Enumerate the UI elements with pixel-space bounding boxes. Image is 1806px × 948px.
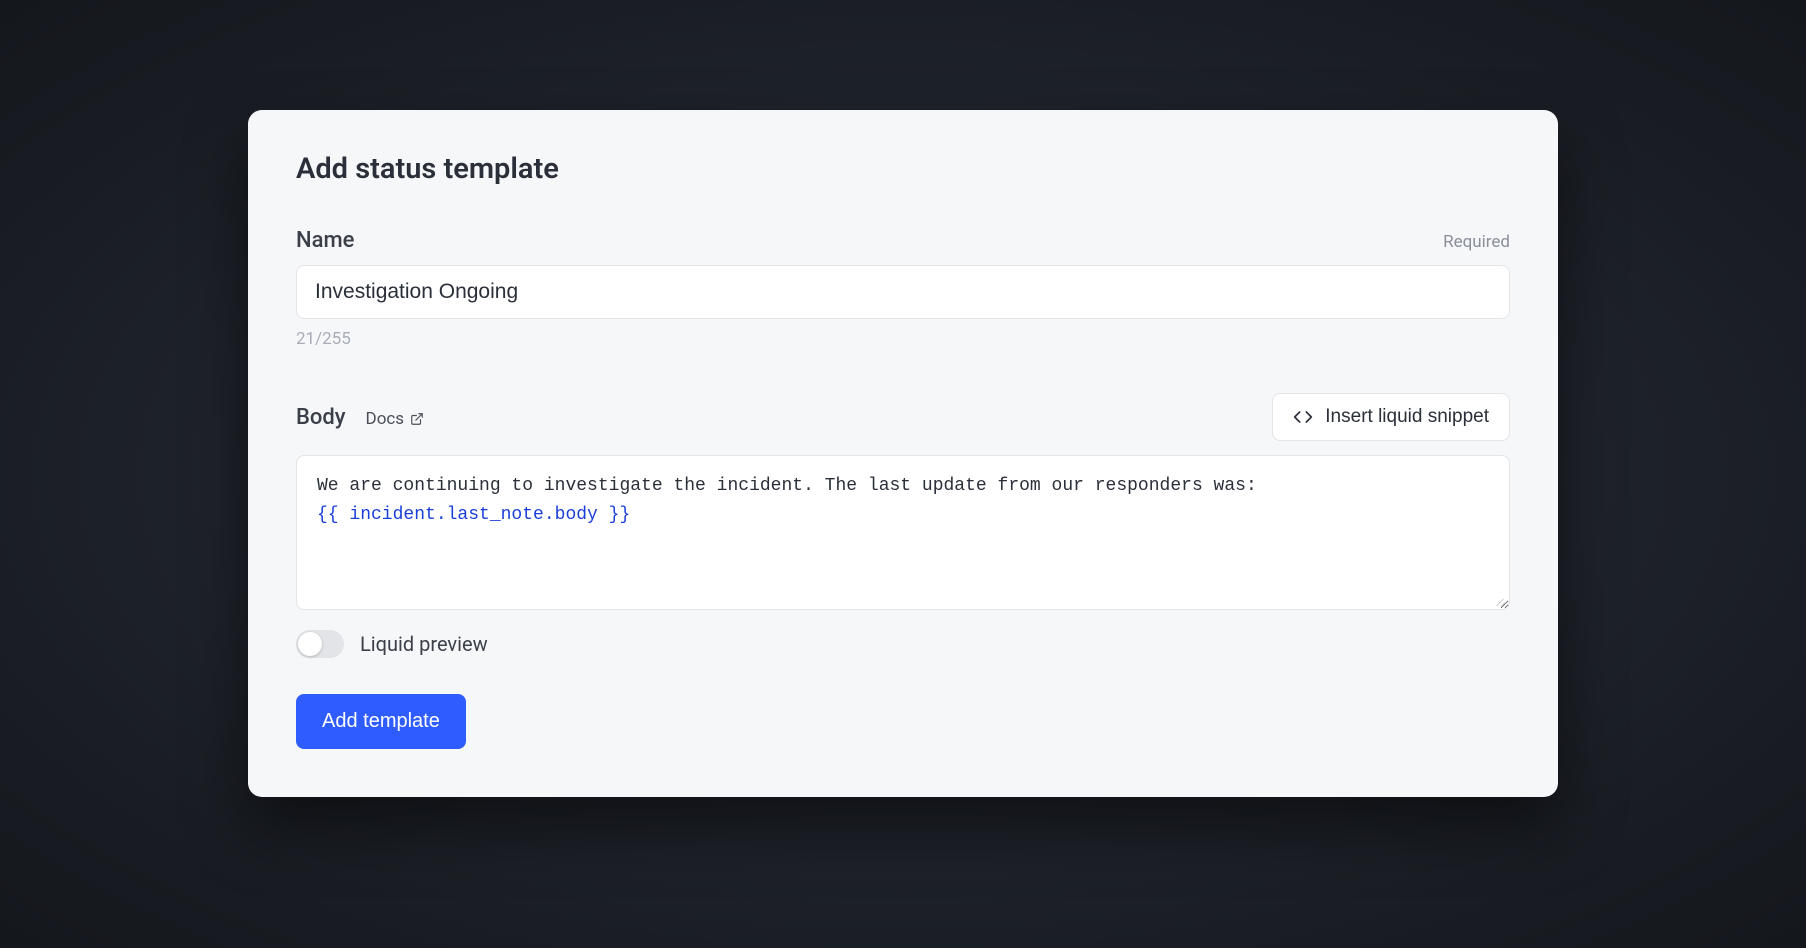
- name-field-group: Name Required 21/255: [296, 228, 1510, 349]
- body-text-liquid: {{ incident.last_note.body }}: [317, 505, 630, 525]
- docs-link[interactable]: Docs: [366, 409, 425, 429]
- panel-title: Add status template: [296, 152, 1510, 186]
- code-icon: [1293, 407, 1313, 427]
- liquid-preview-toggle[interactable]: [296, 630, 344, 658]
- resize-handle-icon[interactable]: [1493, 593, 1505, 605]
- body-label-left: Body Docs: [296, 405, 424, 430]
- insert-liquid-snippet-button[interactable]: Insert liquid snippet: [1272, 393, 1510, 441]
- body-textarea[interactable]: We are continuing to investigate the inc…: [296, 455, 1510, 610]
- body-field-group: Body Docs Insert liquid snippet: [296, 393, 1510, 658]
- snippet-button-label: Insert liquid snippet: [1325, 406, 1489, 428]
- body-text-plain: We are continuing to investigate the inc…: [317, 476, 1257, 496]
- liquid-preview-label: Liquid preview: [360, 632, 488, 656]
- body-header-row: Body Docs Insert liquid snippet: [296, 393, 1510, 441]
- toggle-knob: [298, 632, 322, 656]
- name-label: Name: [296, 228, 354, 253]
- external-link-icon: [410, 412, 424, 426]
- docs-link-label: Docs: [366, 409, 405, 429]
- body-label: Body: [296, 405, 346, 430]
- name-label-row: Name Required: [296, 228, 1510, 253]
- name-char-counter: 21/255: [296, 329, 1510, 349]
- name-required-label: Required: [1443, 232, 1510, 252]
- liquid-preview-row: Liquid preview: [296, 630, 1510, 658]
- add-status-template-panel: Add status template Name Required 21/255…: [248, 110, 1558, 797]
- add-template-button-label: Add template: [322, 710, 440, 732]
- name-input[interactable]: [296, 265, 1510, 319]
- add-template-button[interactable]: Add template: [296, 694, 466, 749]
